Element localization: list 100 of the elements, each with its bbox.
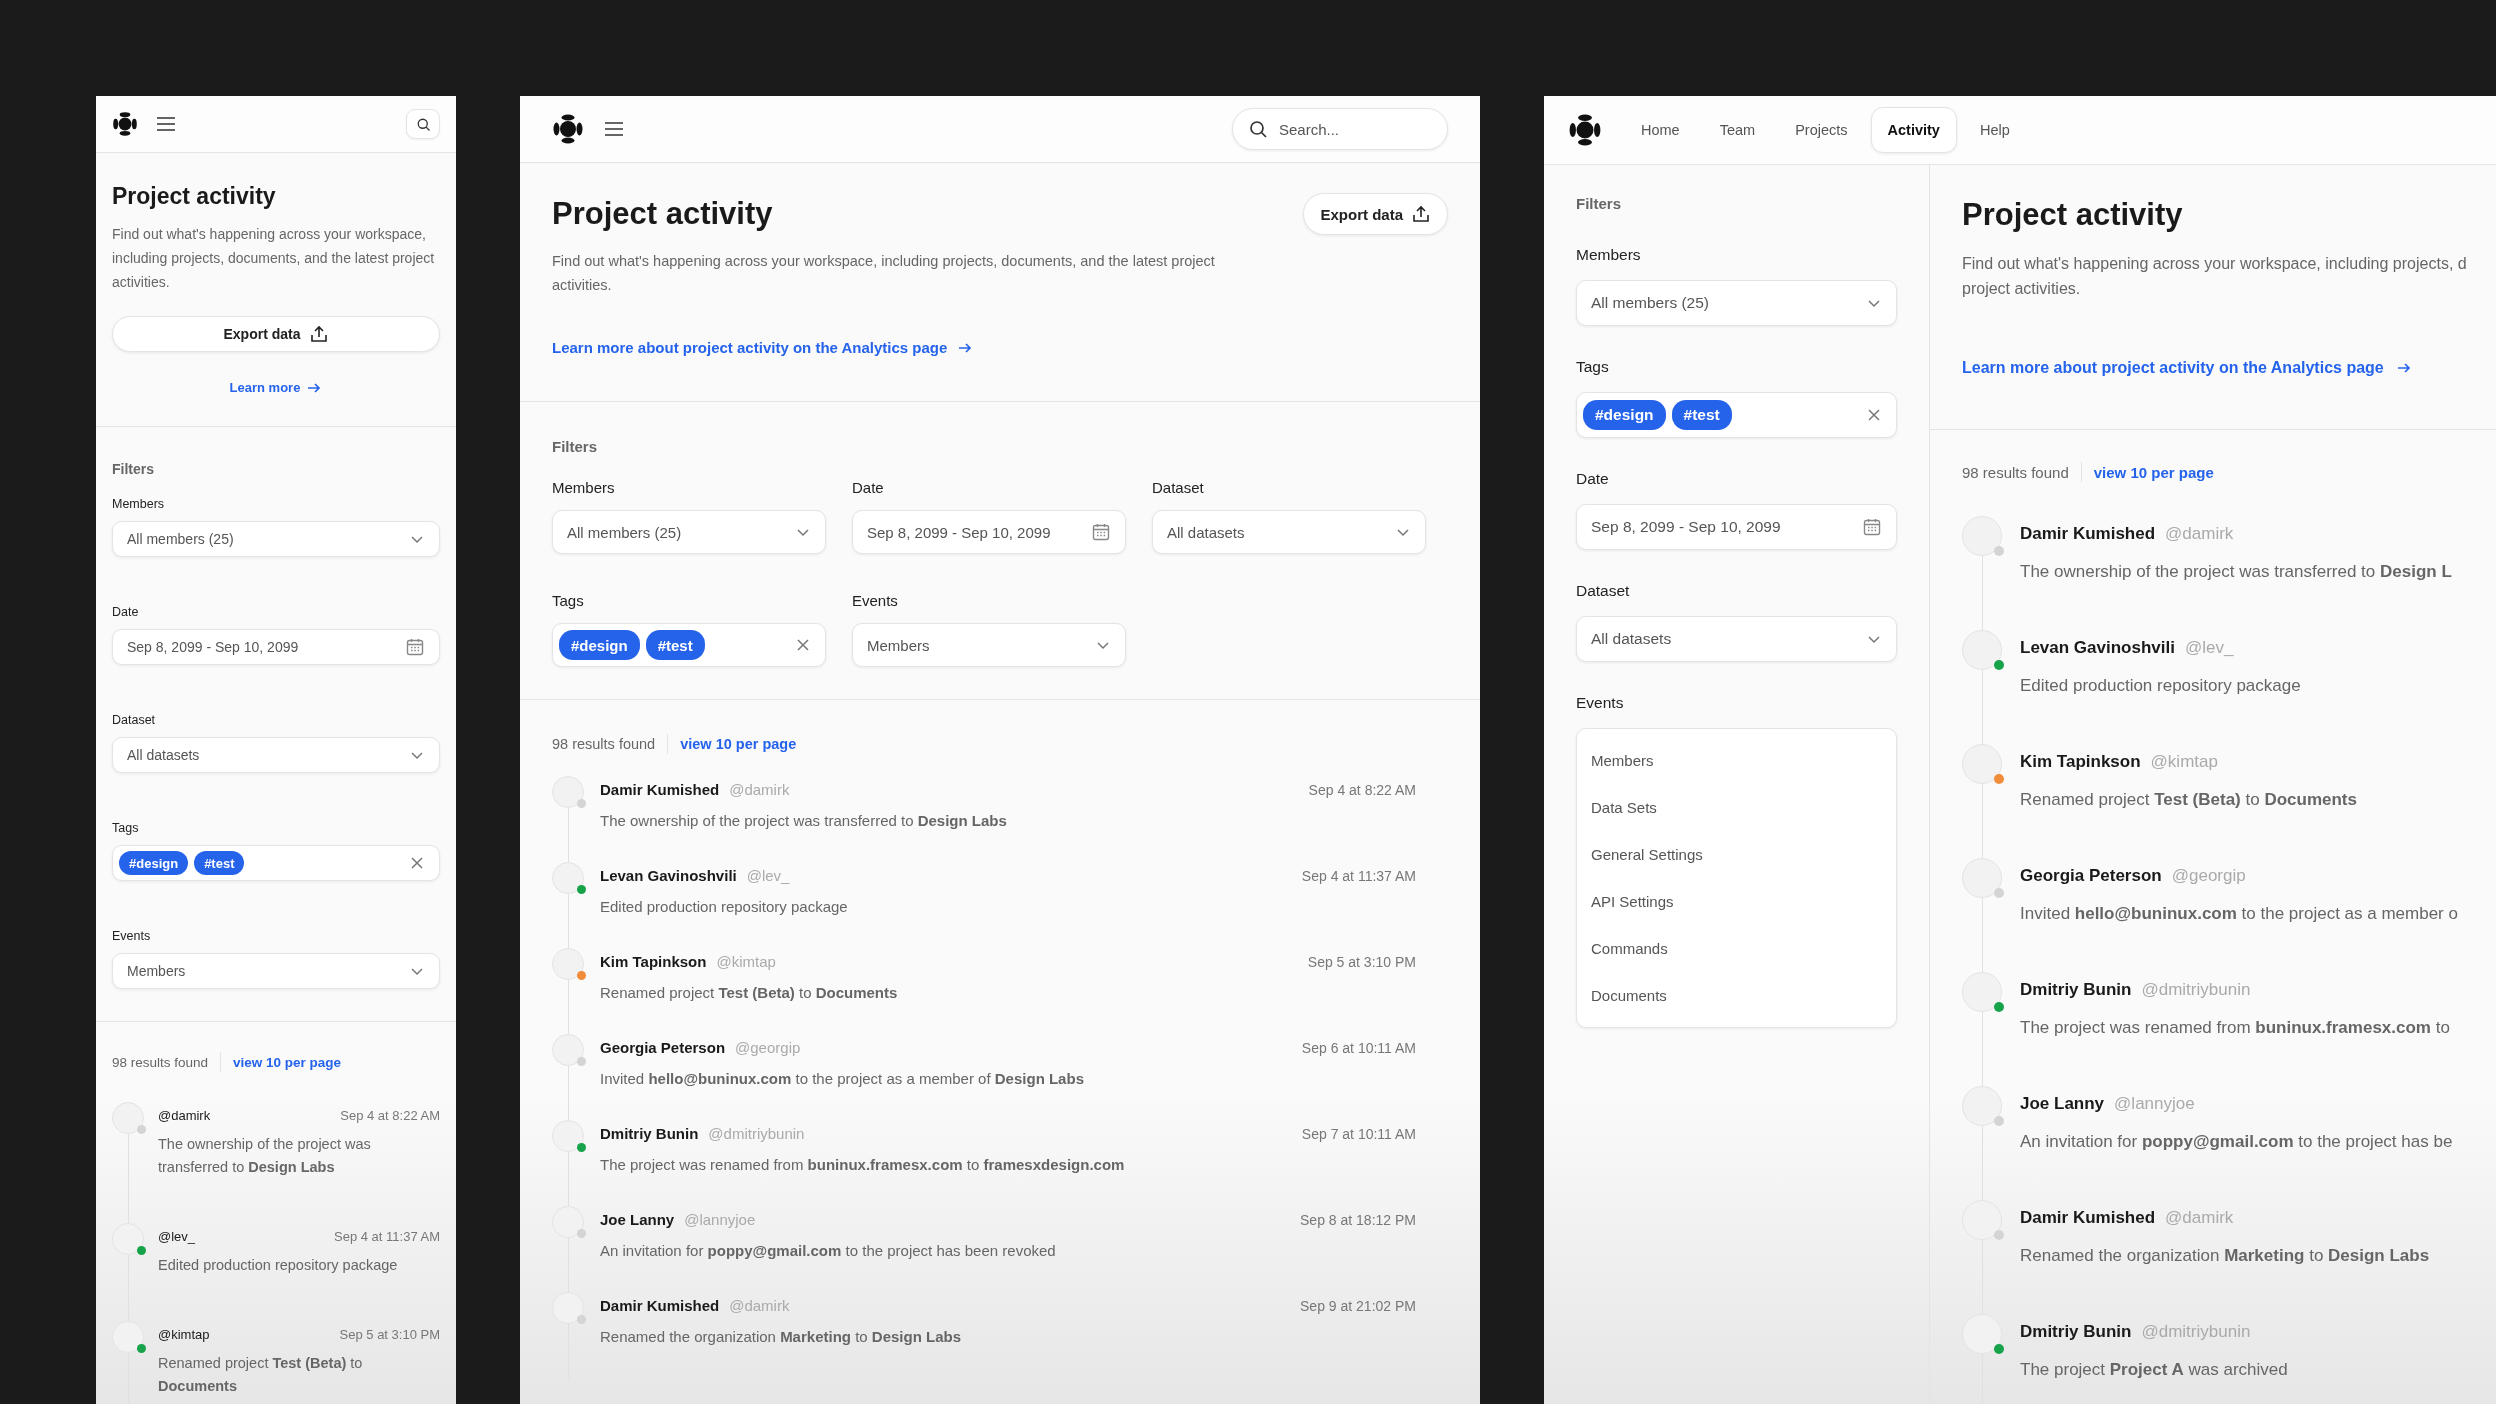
- timestamp: Sep 4 at 8:22 AM: [340, 1108, 440, 1123]
- user-name: Levan Gavinoshvili: [2020, 638, 2175, 658]
- user-name: Damir Kumished: [2020, 1208, 2156, 1228]
- tag-chip[interactable]: #test: [194, 851, 245, 875]
- timestamp: Sep 5 at 3:10 PM: [339, 1327, 440, 1342]
- page-description: Find out what's happening across your workspace, including projects, documents, and the latest project activities.: [552, 252, 1216, 295]
- activity-text: The ownership of the project was transferred to Design Labs: [158, 1135, 372, 1177]
- user-handle: @damirk: [158, 1108, 211, 1123]
- export-button[interactable]: Export data: [1303, 193, 1448, 235]
- dropdown-option[interactable]: Data Sets: [1577, 784, 1896, 831]
- close-icon[interactable]: [795, 637, 811, 653]
- select-field[interactable]: All datasets: [1152, 510, 1426, 554]
- timestamp: Sep 8 at 18:12 PM: [1300, 1212, 1416, 1228]
- per-page-link[interactable]: view 10 per page: [233, 1054, 342, 1070]
- filter-label: Events: [852, 592, 899, 609]
- user-handle: @georgip: [735, 1039, 801, 1056]
- page-description: Find out what's happening across your workspace, including projects, documents, and the latest project activities.: [112, 225, 436, 292]
- nav-tab[interactable]: Home: [1624, 107, 1697, 153]
- dropdown-option[interactable]: Documents: [1577, 972, 1896, 1019]
- filters-heading: Filters: [1576, 195, 1622, 212]
- results-count: 98 results found: [1962, 463, 2069, 481]
- activity-text: Renamed project Test (Beta) to Documents: [600, 983, 899, 1003]
- activity-text: Invited hello@buninux.com to the project as a member o: [2020, 903, 2459, 925]
- tag-chip[interactable]: #design: [1583, 400, 1666, 430]
- user-name: Dmitriy Bunin: [600, 1125, 699, 1142]
- nav-tab[interactable]: Help: [1962, 107, 2027, 153]
- activity-text: Renamed the organization Marketing to Design Labs: [600, 1327, 963, 1347]
- timestamp: Sep 4 at 11:37 AM: [1301, 868, 1416, 884]
- upload-icon: [1411, 204, 1431, 224]
- nav-tab[interactable]: Projects: [1778, 107, 1865, 153]
- user-name: Joe Lanny: [2020, 1094, 2105, 1114]
- filters-heading: Filters: [552, 438, 598, 455]
- date-field[interactable]: Sep 8, 2099 - Sep 10, 2099: [1576, 504, 1897, 550]
- tag-chip[interactable]: #design: [119, 851, 189, 875]
- select-field[interactable]: Members: [112, 953, 440, 989]
- user-handle: @lannyjoe: [2114, 1094, 2195, 1114]
- timestamp: Sep 6 at 10:11 AM: [1301, 1040, 1416, 1056]
- calendar-icon: [1862, 517, 1882, 537]
- learn-more-link[interactable]: Learn more about project activity on the Analytics page: [552, 339, 974, 356]
- nav-tab[interactable]: Team: [1702, 107, 1773, 153]
- learn-more-link[interactable]: Learn more: [229, 379, 323, 396]
- filter-label: Tags: [112, 821, 140, 835]
- activity-text: Renamed project Test (Beta) to Documents: [158, 1354, 364, 1396]
- user-handle: @kimtap: [158, 1327, 210, 1342]
- learn-more-link[interactable]: Learn more about project activity on the Analytics page: [1962, 359, 2412, 377]
- user-name: Dmitriy Bunin: [2020, 1322, 2132, 1342]
- filter-label: Date: [852, 479, 885, 496]
- tag-chip[interactable]: #design: [559, 630, 640, 660]
- search-button[interactable]: [406, 109, 440, 139]
- date-field[interactable]: Sep 8, 2099 - Sep 10, 2099: [112, 629, 440, 665]
- timestamp: Sep 4 at 8:22 AM: [1308, 782, 1416, 798]
- tags-field[interactable]: #design #test: [112, 845, 440, 881]
- export-button[interactable]: Export data: [112, 316, 440, 352]
- user-handle: @kimtap: [2150, 752, 2218, 772]
- filter-label: Events: [1576, 694, 1625, 712]
- menu-icon[interactable]: [604, 121, 624, 137]
- per-page-link[interactable]: view 10 per page: [2093, 463, 2214, 481]
- logo-icon[interactable]: [552, 113, 584, 145]
- date-field[interactable]: Sep 8, 2099 - Sep 10, 2099: [852, 510, 1126, 554]
- activity-text: Invited hello@buninux.com to the project as a member of Design Labs: [600, 1069, 1085, 1089]
- dropdown-option[interactable]: General Settings: [1577, 831, 1896, 878]
- tag-chip[interactable]: #test: [1671, 400, 1732, 430]
- page-title: Project activity: [552, 196, 773, 232]
- dropdown-option[interactable]: Members: [1577, 737, 1896, 784]
- tags-field[interactable]: #design #test: [1576, 392, 1897, 438]
- logo-icon[interactable]: [112, 111, 138, 137]
- user-name: Georgia Peterson: [600, 1039, 726, 1056]
- timestamp: Sep 5 at 3:10 PM: [1307, 954, 1416, 970]
- tag-chip[interactable]: #test: [645, 630, 705, 660]
- select-field[interactable]: All members (25): [1576, 280, 1897, 326]
- filter-label: Dataset: [1576, 582, 1631, 600]
- select-field[interactable]: All members (25): [112, 521, 440, 557]
- menu-icon[interactable]: [156, 116, 176, 132]
- user-name: Dmitriy Bunin: [2020, 980, 2132, 1000]
- activity-text: Edited production repository package: [158, 1256, 399, 1275]
- page-title: Project activity: [112, 183, 277, 210]
- per-page-link[interactable]: view 10 per page: [680, 736, 797, 752]
- logo-icon[interactable]: [1568, 113, 1602, 147]
- user-handle: @lannyjoe: [684, 1211, 756, 1228]
- dropdown-option[interactable]: API Settings: [1577, 878, 1896, 925]
- calendar-icon: [1091, 522, 1111, 542]
- select-field[interactable]: Members: [852, 623, 1126, 667]
- activity-text: Renamed project Test (Beta) to Documents: [2020, 789, 2358, 811]
- dropdown-option[interactable]: Commands: [1577, 925, 1896, 972]
- filter-label: Members: [552, 479, 616, 496]
- close-icon[interactable]: [1866, 407, 1882, 423]
- user-handle: @dmitriybunin: [2141, 1322, 2251, 1342]
- select-field[interactable]: All datasets: [1576, 616, 1897, 662]
- filter-label: Date: [112, 605, 140, 619]
- search-icon: [415, 116, 431, 132]
- activity-text: The ownership of the project was transferred to Design L: [2020, 561, 2453, 583]
- select-field[interactable]: All datasets: [112, 737, 440, 773]
- close-icon[interactable]: [409, 855, 425, 871]
- search-field[interactable]: Search...: [1232, 108, 1448, 150]
- filter-label: Events: [112, 929, 152, 943]
- select-field[interactable]: All members (25): [552, 510, 826, 554]
- tags-field[interactable]: #design #test: [552, 623, 826, 667]
- nav-tab[interactable]: Activity: [1870, 107, 1957, 153]
- filter-label: Tags: [1576, 358, 1610, 376]
- user-handle: @dmitriybunin: [708, 1125, 805, 1142]
